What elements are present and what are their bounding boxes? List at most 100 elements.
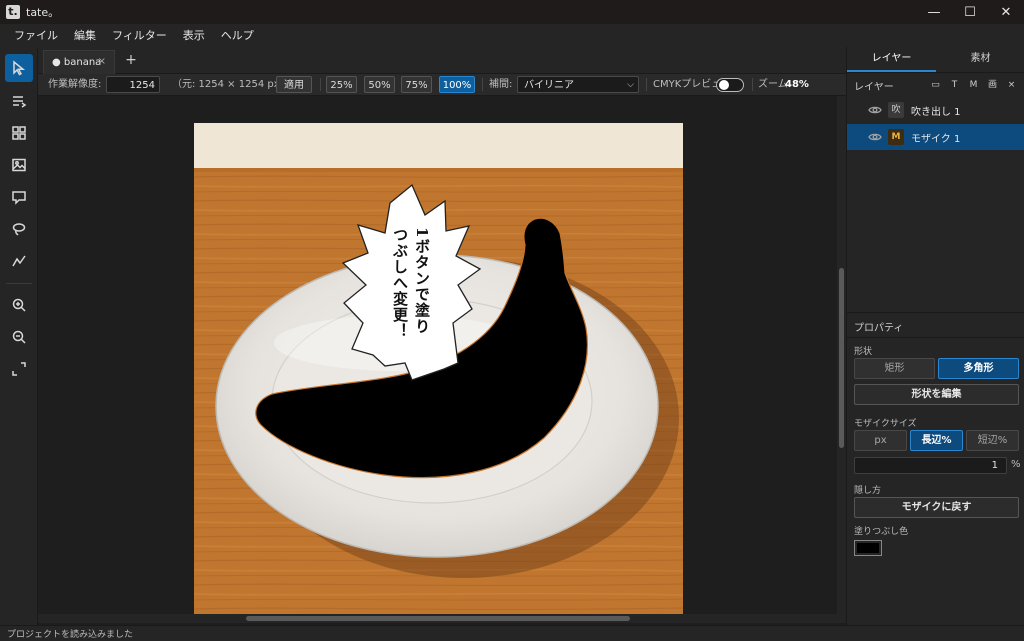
size-px-button[interactable]: px	[854, 430, 907, 451]
add-text-layer-icon[interactable]: T	[945, 77, 964, 93]
artboard[interactable]: 1ボタンで塗り つぶしへ変更！	[194, 123, 683, 614]
layers-header: レイヤー ▭ T M 画 ×	[847, 74, 1024, 96]
speech-bubble-icon	[12, 191, 26, 205]
eye-icon[interactable]	[868, 130, 882, 144]
shape-rect-button[interactable]: 矩形	[854, 358, 935, 379]
curve-tool-button[interactable]	[5, 247, 33, 275]
text-tool-button[interactable]	[5, 87, 33, 115]
resolution-input[interactable]: 1254	[106, 76, 160, 93]
properties-panel: プロパティ 形状 矩形 多角形 形状を編集 モザイクサイズ px 長辺% 短辺%…	[847, 312, 1024, 625]
layers-title: レイヤー	[854, 82, 894, 93]
size-long-side-button[interactable]: 長辺%	[910, 430, 963, 451]
add-image-layer-icon[interactable]: 画	[983, 77, 1002, 93]
zoom-in-icon	[12, 298, 26, 312]
revert-mosaic-button[interactable]: モザイクに戻す	[854, 497, 1019, 518]
title-bar: t. tate。 — ☐ ✕	[0, 0, 1024, 24]
tool-separator	[6, 283, 32, 284]
hide-method-label: 隠し方	[854, 486, 882, 496]
layer-name: モザイク 1	[911, 133, 961, 145]
maximize-button[interactable]: ☐	[952, 0, 988, 24]
mosaic-size-unit: %	[1011, 459, 1021, 470]
toggle-knob	[719, 80, 729, 90]
layer-tools: ▭ T M 画 ×	[926, 77, 1021, 93]
folder-icon[interactable]: ▭	[926, 77, 945, 93]
shape-label: 形状	[854, 347, 873, 357]
minimize-button[interactable]: —	[916, 0, 952, 24]
menu-file[interactable]: ファイル	[6, 24, 66, 47]
table-edge	[194, 168, 683, 172]
tool-bar	[0, 47, 38, 625]
status-bar: プロジェクトを読み込みました	[0, 625, 1024, 641]
speech-bubble-tool-button[interactable]	[5, 183, 33, 211]
close-tab-icon[interactable]: ×	[98, 56, 106, 67]
layer-row-speech[interactable]: 吹 吹き出し 1	[847, 97, 1024, 123]
chevron-down-icon: ⌵	[627, 80, 634, 90]
properties-title: プロパティ	[854, 323, 904, 334]
menu-help[interactable]: ヘルプ	[213, 24, 262, 47]
zoom-75-button[interactable]: 75%	[401, 76, 432, 93]
close-window-button[interactable]: ✕	[988, 0, 1024, 24]
mosaic-size-label: モザイクサイズ	[854, 419, 917, 429]
zoom-25-button[interactable]: 25%	[326, 76, 357, 93]
select-tool-button[interactable]	[5, 54, 33, 82]
apply-button[interactable]: 適用	[276, 76, 312, 93]
fill-color-preview	[857, 543, 879, 553]
document-tab-banana[interactable]: ● banana ×	[43, 50, 115, 74]
menu-bar: ファイル 編集 フィルター 表示 ヘルプ	[0, 24, 1024, 47]
image-tool-button[interactable]	[5, 151, 33, 179]
cmyk-preview-toggle[interactable]	[716, 78, 744, 92]
zoom-50-button[interactable]: 50%	[364, 76, 395, 93]
vertical-scrollbar[interactable]	[837, 96, 846, 614]
zoom-value: 48%	[785, 79, 809, 90]
zoom-in-button[interactable]	[5, 291, 33, 319]
layer-name: 吹き出し 1	[911, 106, 961, 118]
wall-background	[194, 123, 683, 170]
fill-color-label: 塗りつぶし色	[854, 527, 909, 537]
interpolation-value: バイリニア	[524, 80, 574, 91]
vertical-scroll-thumb[interactable]	[839, 268, 844, 448]
layer-row-mosaic[interactable]: M モザイク 1	[847, 124, 1024, 150]
options-separator	[320, 78, 321, 91]
options-separator	[646, 78, 647, 91]
app-logo: t.	[6, 5, 20, 19]
delete-layer-icon[interactable]: ×	[1002, 77, 1021, 93]
lasso-tool-button[interactable]	[5, 215, 33, 243]
tab-materials[interactable]: 素材	[936, 47, 1024, 72]
options-separator	[752, 78, 753, 91]
interpolation-select[interactable]: バイリニア ⌵	[517, 76, 639, 93]
canvas-area[interactable]: 1ボタンで塗り つぶしへ変更！	[38, 96, 837, 614]
menu-view[interactable]: 表示	[175, 24, 213, 47]
fit-screen-button[interactable]	[5, 355, 33, 383]
horizontal-scrollbar[interactable]	[38, 614, 846, 623]
text-lines-icon	[13, 96, 27, 108]
grid-icon	[12, 126, 26, 140]
menu-edit[interactable]: 編集	[66, 24, 104, 47]
menu-filter[interactable]: フィルター	[104, 24, 175, 47]
grid-tool-button[interactable]	[5, 119, 33, 147]
document-tab-bar: ● banana × +	[38, 47, 846, 74]
fit-screen-icon	[12, 362, 26, 376]
tab-layers[interactable]: レイヤー	[847, 47, 936, 72]
properties-divider	[847, 337, 1024, 338]
zoom-100-button[interactable]: 100%	[439, 76, 475, 93]
horizontal-scroll-thumb[interactable]	[246, 616, 630, 621]
zoom-out-button[interactable]	[5, 323, 33, 351]
mosaic-size-input[interactable]: 1	[854, 457, 1007, 474]
app-title: tate。	[26, 6, 60, 19]
curve-icon	[12, 255, 26, 267]
image-icon	[12, 158, 26, 172]
right-panel: レイヤー 素材 レイヤー ▭ T M 画 × 吹 吹き出し 1 M モザイク 1…	[846, 47, 1024, 625]
edit-shape-button[interactable]: 形状を編集	[854, 384, 1019, 405]
speech-text-column-2: つぶしへ変更！	[391, 227, 409, 339]
options-separator	[482, 78, 483, 91]
size-short-side-button[interactable]: 短辺%	[966, 430, 1019, 451]
interpolation-label: 補間:	[489, 79, 513, 90]
panel-tabs: レイヤー 素材	[847, 47, 1024, 73]
add-tab-button[interactable]: +	[122, 51, 140, 69]
cursor-icon	[13, 60, 26, 76]
original-size-text: （元: 1254 × 1254 px）	[172, 79, 290, 90]
eye-icon[interactable]	[868, 103, 882, 117]
shape-polygon-button[interactable]: 多角形	[938, 358, 1019, 379]
add-mosaic-layer-icon[interactable]: M	[964, 77, 983, 93]
fill-color-swatch[interactable]	[854, 540, 882, 556]
